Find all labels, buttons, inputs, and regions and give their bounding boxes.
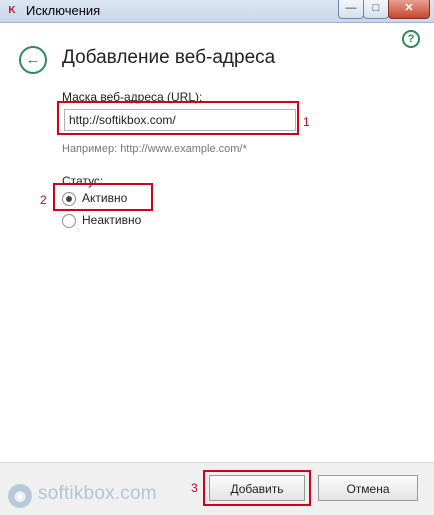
radio-inactive-label: Неактивно [82, 213, 142, 227]
kaspersky-app-icon: K [8, 5, 16, 16]
help-icon[interactable]: ? [402, 30, 420, 48]
cancel-button[interactable]: Отмена [318, 475, 418, 501]
title-bar: K Исключения — □ ✕ [0, 0, 434, 23]
maximize-button[interactable]: □ [363, 0, 389, 19]
window-title: Исключения [26, 3, 101, 18]
url-example-hint: Например: http://www.example.com/* [62, 143, 247, 155]
minimize-button[interactable]: — [338, 0, 364, 19]
softikbox-logo-icon: ◉ [8, 484, 32, 508]
page-title: Добавление веб-адреса [62, 47, 276, 68]
radio-inactive-circle[interactable] [62, 214, 76, 228]
annotation-box-3 [203, 470, 311, 506]
watermark-text: softikbox.com [38, 483, 157, 504]
annotation-box-1 [57, 101, 299, 135]
back-button[interactable]: ← [19, 46, 47, 74]
close-button[interactable]: ✕ [388, 0, 430, 19]
annotation-box-2 [53, 183, 153, 211]
annotation-number-2: 2 [40, 193, 47, 207]
annotation-number-3: 3 [191, 481, 198, 495]
annotation-number-1: 1 [303, 115, 310, 129]
